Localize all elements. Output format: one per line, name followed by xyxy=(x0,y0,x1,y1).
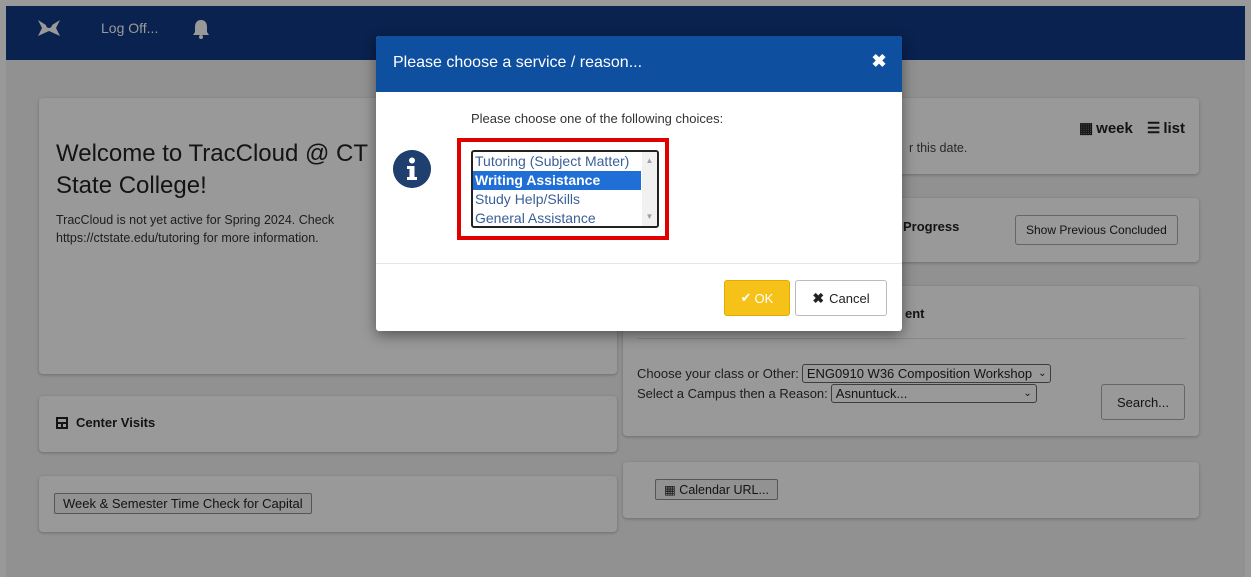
scroll-down-icon[interactable]: ▼ xyxy=(642,210,657,224)
modal-prompt: Please choose one of the following choic… xyxy=(471,111,724,126)
checkmark-icon: ✔ xyxy=(740,290,752,305)
service-option[interactable]: General Assistance xyxy=(473,209,641,226)
modal-title: Please choose a service / reason... xyxy=(393,54,643,71)
ok-button[interactable]: ✔ OK xyxy=(724,280,790,316)
scroll-up-icon[interactable]: ▲ xyxy=(642,154,657,168)
listbox-scrollbar[interactable]: ▲ ▼ xyxy=(642,152,657,226)
service-option-selected[interactable]: Writing Assistance xyxy=(473,171,641,190)
cancel-button[interactable]: ✖ Cancel xyxy=(795,280,887,316)
modal-divider xyxy=(376,263,902,264)
close-icon[interactable]: ✖ xyxy=(868,50,890,72)
service-option[interactable]: Study Help/Skills xyxy=(473,190,641,209)
cancel-label: Cancel xyxy=(829,290,870,306)
close-icon: ✖ xyxy=(812,289,825,306)
ok-label: OK xyxy=(754,290,774,306)
choose-service-modal: Please choose a service / reason... ✖ Pl… xyxy=(376,36,902,331)
modal-header: Please choose a service / reason... ✖ xyxy=(376,36,902,92)
service-listbox[interactable]: Tutoring (Subject Matter) Writing Assist… xyxy=(471,150,659,228)
service-option[interactable]: Tutoring (Subject Matter) xyxy=(473,152,641,171)
info-icon xyxy=(393,150,431,188)
